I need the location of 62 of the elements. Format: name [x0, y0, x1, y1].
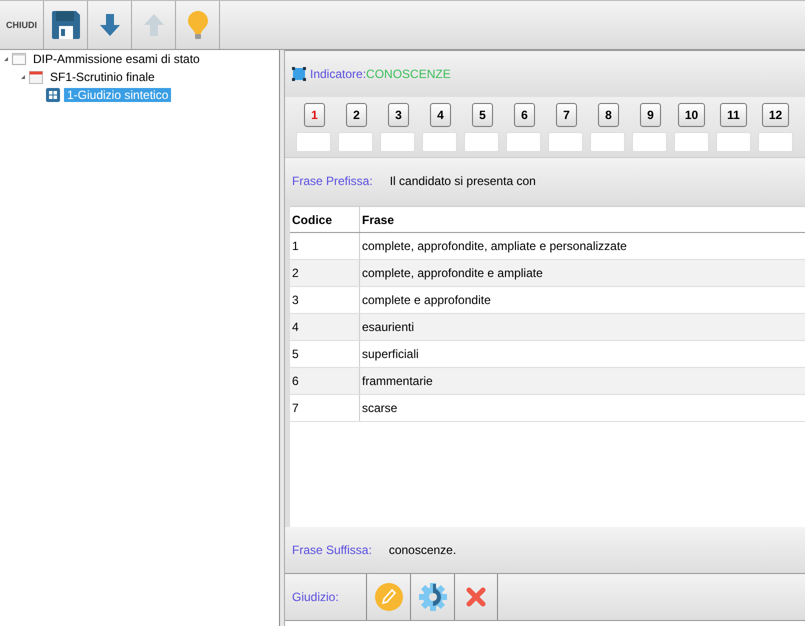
level-button[interactable]: 3	[388, 102, 409, 126]
expanded-triangle-icon[interactable]	[4, 57, 8, 61]
column-header[interactable]: Frase	[360, 207, 805, 232]
level-button[interactable]: 10	[678, 102, 705, 126]
level-button[interactable]: 12	[762, 102, 789, 126]
level-button[interactable]: 7	[556, 102, 577, 126]
level-input-field[interactable]	[338, 132, 373, 152]
calendar-icon	[29, 70, 43, 84]
level-input-field[interactable]	[548, 132, 583, 152]
tree-item[interactable]: DIP-Ammissione esami di stato	[30, 52, 203, 66]
table-cell: 7	[290, 395, 360, 421]
tree-item[interactable]: SF1-Scrutinio finale	[47, 70, 158, 84]
column-header[interactable]: Codice	[290, 207, 360, 232]
down-arrow-icon	[100, 14, 120, 36]
delete-button[interactable]	[454, 574, 498, 620]
level-input-field[interactable]	[464, 132, 499, 152]
table-cell: 1	[290, 233, 360, 259]
up-arrow-icon	[144, 14, 164, 36]
table-cell: 4	[290, 314, 360, 340]
prefix-value: Il candidato si presenta con	[390, 174, 536, 188]
close-icon	[466, 587, 486, 607]
table-cell: 6	[290, 368, 360, 394]
table-cell-text: esaurienti	[361, 319, 416, 336]
level-input-field[interactable]	[590, 132, 625, 152]
indicator-icon	[292, 67, 306, 81]
table-cell-text: complete e approfondite	[361, 292, 492, 309]
close-button[interactable]: CHIUDI	[0, 1, 44, 49]
level-button[interactable]: 11	[720, 102, 747, 126]
table-cell-text: scarse	[361, 400, 398, 417]
level-input-field[interactable]	[422, 132, 457, 152]
level-button[interactable]: 5	[472, 102, 493, 126]
expanded-triangle-icon[interactable]	[21, 75, 25, 79]
level-input-field[interactable]	[296, 132, 331, 152]
level-button[interactable]: 8	[598, 102, 619, 126]
level-input-field[interactable]	[506, 132, 541, 152]
suffix-value: conoscenze.	[388, 543, 456, 557]
pencil-icon	[374, 583, 402, 611]
document-icon	[12, 53, 26, 65]
suffix-label: Frase Suffissa:	[292, 543, 372, 557]
settings-icon	[418, 582, 448, 612]
level-button[interactable]: 9	[640, 102, 661, 126]
grid-icon	[46, 88, 60, 102]
level-input-field[interactable]	[632, 132, 667, 152]
indicator-label: Indicatore:CONOSCENZE	[310, 67, 451, 81]
level-button[interactable]: 2	[346, 102, 367, 126]
prefix-label: Frase Prefissa:	[292, 174, 373, 188]
judgement-label: Giudizio:	[292, 590, 340, 604]
table-cell-text: frammentarie	[361, 373, 434, 390]
table-cell: 5	[290, 341, 360, 367]
lightbulb-icon	[188, 11, 208, 39]
level-input-field[interactable]	[674, 132, 709, 152]
level-input-field[interactable]	[380, 132, 415, 152]
table-cell: 2	[290, 260, 360, 286]
level-button[interactable]: 4	[430, 102, 451, 126]
table-cell: 3	[290, 287, 360, 313]
level-button[interactable]: 1	[304, 102, 325, 126]
level-input-field[interactable]	[716, 132, 751, 152]
table-cell-text: complete, approfondite e ampliate	[361, 265, 544, 282]
table-cell-text: complete, approfondite, ampliate e personalizzate	[361, 238, 628, 255]
table-cell-text: superficiali	[361, 346, 420, 363]
level-input-field[interactable]	[758, 132, 793, 152]
level-button[interactable]: 6	[514, 102, 535, 126]
